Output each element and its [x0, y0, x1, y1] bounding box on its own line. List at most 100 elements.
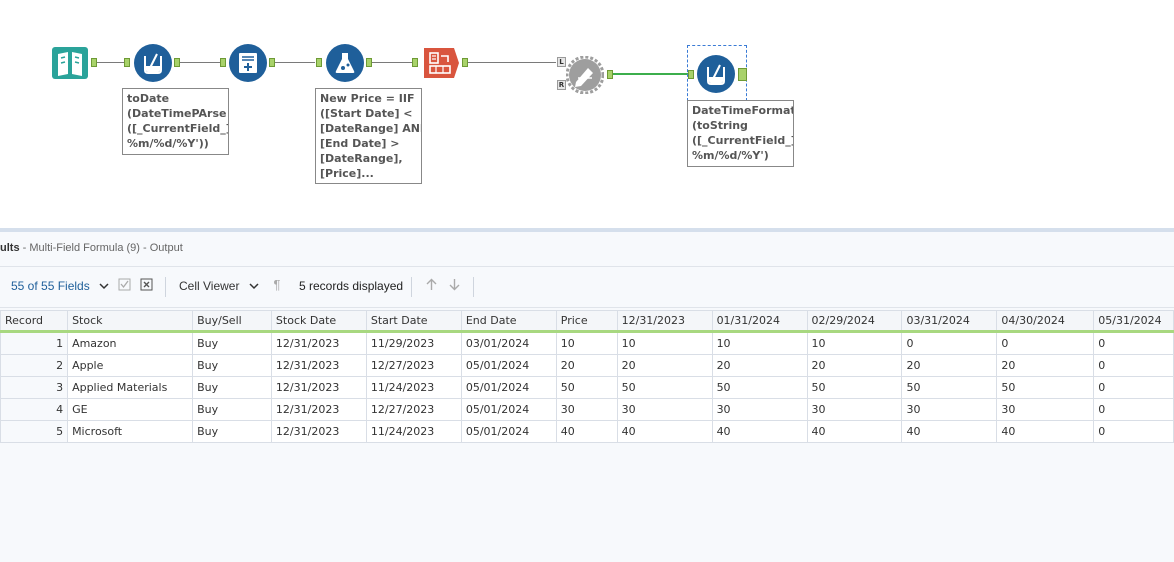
- table-cell[interactable]: 50: [996, 376, 1095, 399]
- table-cell[interactable]: 20: [711, 354, 808, 377]
- multi-field-formula-tool-selected[interactable]: [697, 55, 735, 93]
- arrow-up-icon[interactable]: [424, 278, 438, 292]
- table-cell[interactable]: 50: [616, 376, 713, 399]
- table-cell[interactable]: 20: [901, 354, 998, 377]
- table-cell[interactable]: 20: [555, 354, 618, 377]
- pane-divider[interactable]: [0, 228, 1174, 232]
- table-cell[interactable]: 30: [555, 398, 618, 421]
- column-header[interactable]: 05/31/2024: [1093, 310, 1174, 333]
- table-cell[interactable]: 11/24/2023: [365, 376, 462, 399]
- column-header[interactable]: 02/29/2024: [806, 310, 903, 333]
- table-row[interactable]: 3 Applied Materials Buy 12/31/2023 11/24…: [0, 376, 1174, 399]
- table-cell[interactable]: 12/31/2023: [270, 331, 367, 355]
- table-cell[interactable]: Microsoft: [67, 420, 194, 443]
- table-cell[interactable]: 40: [806, 420, 903, 443]
- table-cell[interactable]: 11/24/2023: [365, 420, 462, 443]
- table-cell[interactable]: 30: [996, 398, 1095, 421]
- annotation-new-price[interactable]: New Price = IIF ([Start Date] < [DateRan…: [315, 88, 422, 184]
- output-anchor[interactable]: [738, 68, 747, 81]
- table-cell[interactable]: 0: [1093, 376, 1174, 399]
- table-cell[interactable]: 20: [616, 354, 713, 377]
- input-data-tool[interactable]: [51, 44, 89, 82]
- table-cell[interactable]: 05/01/2024: [460, 376, 557, 399]
- table-cell[interactable]: 05/01/2024: [460, 420, 557, 443]
- table-cell[interactable]: 0: [996, 331, 1095, 355]
- table-cell[interactable]: Apple: [67, 354, 194, 377]
- table-cell[interactable]: 50: [711, 376, 808, 399]
- arrow-down-icon[interactable]: [447, 278, 461, 292]
- column-header[interactable]: Buy/Sell: [192, 310, 272, 333]
- table-row[interactable]: 5 Microsoft Buy 12/31/2023 11/24/2023 05…: [0, 420, 1174, 443]
- column-header[interactable]: 01/31/2024: [711, 310, 808, 333]
- table-row[interactable]: 2 Apple Buy 12/31/2023 12/27/2023 05/01/…: [0, 354, 1174, 377]
- column-header[interactable]: Stock Date: [270, 310, 367, 333]
- table-row[interactable]: 4 GE Buy 12/31/2023 12/27/2023 05/01/202…: [0, 398, 1174, 421]
- table-cell[interactable]: 10: [806, 331, 903, 355]
- table-row[interactable]: 1 Amazon Buy 12/31/2023 11/29/2023 03/01…: [0, 331, 1174, 355]
- table-cell[interactable]: 10: [711, 331, 808, 355]
- table-cell[interactable]: 30: [616, 398, 713, 421]
- table-cell[interactable]: 0: [1093, 354, 1174, 377]
- table-cell[interactable]: Buy: [192, 354, 272, 377]
- deselect-icon[interactable]: [139, 278, 153, 292]
- table-cell[interactable]: 12/31/2023: [270, 376, 367, 399]
- table-cell[interactable]: 50: [555, 376, 618, 399]
- table-cell[interactable]: 30: [711, 398, 808, 421]
- table-cell[interactable]: 12/31/2023: [270, 354, 367, 377]
- table-cell[interactable]: 12/31/2023: [270, 420, 367, 443]
- table-cell[interactable]: 0: [901, 331, 998, 355]
- table-cell[interactable]: 0: [1093, 398, 1174, 421]
- cell-viewer-selector[interactable]: Cell Viewer: [179, 279, 259, 293]
- table-cell[interactable]: 0: [1093, 331, 1174, 355]
- table-cell[interactable]: Applied Materials: [67, 376, 194, 399]
- table-cell[interactable]: 30: [901, 398, 998, 421]
- table-cell[interactable]: 40: [616, 420, 713, 443]
- input-anchor[interactable]: [412, 58, 418, 67]
- column-header[interactable]: 12/31/2023: [616, 310, 713, 333]
- connection-line[interactable]: [468, 62, 556, 63]
- column-header[interactable]: End Date: [460, 310, 557, 333]
- table-cell[interactable]: GE: [67, 398, 194, 421]
- column-header[interactable]: 03/31/2024: [901, 310, 998, 333]
- table-cell[interactable]: 1: [0, 331, 69, 355]
- input-anchor[interactable]: [316, 58, 322, 67]
- column-header[interactable]: Stock: [67, 310, 194, 333]
- table-cell[interactable]: 40: [711, 420, 808, 443]
- table-cell[interactable]: Buy: [192, 398, 272, 421]
- fields-selector[interactable]: 55 of 55 Fields: [11, 279, 109, 293]
- table-cell[interactable]: 40: [996, 420, 1095, 443]
- table-cell[interactable]: 10: [555, 331, 618, 355]
- table-cell[interactable]: 30: [806, 398, 903, 421]
- checkbox-icon[interactable]: [117, 278, 131, 292]
- column-header[interactable]: 04/30/2024: [996, 310, 1095, 333]
- connection-line[interactable]: [372, 62, 412, 63]
- table-cell[interactable]: 50: [806, 376, 903, 399]
- column-header[interactable]: Price: [555, 310, 618, 333]
- table-cell[interactable]: 12/27/2023: [365, 398, 462, 421]
- transpose-tool[interactable]: [422, 44, 460, 82]
- selected-connection-line[interactable]: [613, 73, 688, 75]
- column-header[interactable]: Start Date: [365, 310, 462, 333]
- table-cell[interactable]: 2: [0, 354, 69, 377]
- table-cell[interactable]: 20: [996, 354, 1095, 377]
- table-cell[interactable]: 20: [806, 354, 903, 377]
- multi-field-formula-tool[interactable]: [134, 44, 172, 82]
- table-cell[interactable]: Buy: [192, 331, 272, 355]
- connection-line[interactable]: [275, 62, 315, 63]
- table-cell[interactable]: 12/27/2023: [365, 354, 462, 377]
- table-cell[interactable]: 12/31/2023: [270, 398, 367, 421]
- table-cell[interactable]: 10: [616, 331, 713, 355]
- formula-tool[interactable]: [326, 44, 364, 82]
- table-cell[interactable]: 4: [0, 398, 69, 421]
- right-input-anchor[interactable]: R: [557, 80, 566, 90]
- table-cell[interactable]: Buy: [192, 376, 272, 399]
- column-header[interactable]: Record: [0, 310, 69, 333]
- select-tool[interactable]: [229, 44, 267, 82]
- table-cell[interactable]: 3: [0, 376, 69, 399]
- pilcrow-icon[interactable]: ¶: [270, 278, 284, 292]
- connection-line[interactable]: [97, 62, 124, 63]
- table-cell[interactable]: 40: [555, 420, 618, 443]
- workflow-canvas[interactable]: L R toDate (DateTimePArse ([_CurrentFiel…: [0, 0, 1174, 228]
- annotation-todate[interactable]: toDate (DateTimePArse ([_CurrentField_],…: [122, 88, 229, 155]
- annotation-datetimeformat[interactable]: DateTimeFormat (toString ([_CurrentField…: [687, 100, 794, 167]
